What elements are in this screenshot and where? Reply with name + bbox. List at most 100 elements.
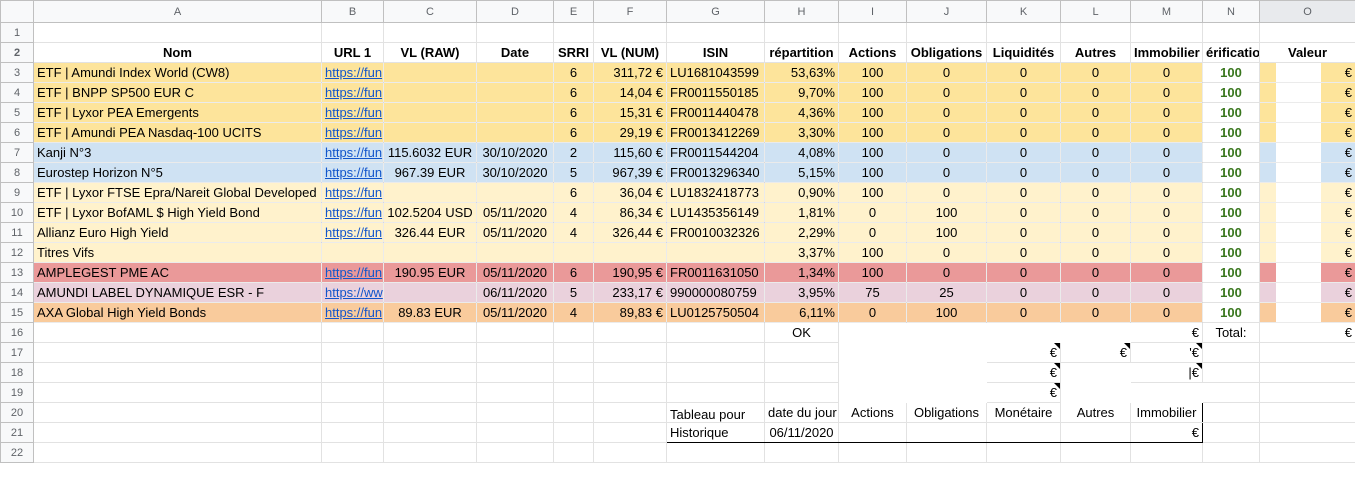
- cell-M[interactable]: 0: [1130, 242, 1203, 263]
- column-header-L[interactable]: L: [1060, 0, 1131, 23]
- total-value[interactable]: €: [1259, 322, 1355, 343]
- cell-J[interactable]: 0: [906, 242, 987, 263]
- row-header-19[interactable]: 19: [0, 382, 34, 403]
- cell-C[interactable]: [383, 82, 477, 103]
- cell-G[interactable]: LU1435356149: [666, 202, 765, 223]
- cell-I[interactable]: 75: [838, 282, 907, 303]
- cell-E[interactable]: 6: [553, 262, 594, 283]
- cell-M[interactable]: 0: [1130, 222, 1203, 243]
- cell-E[interactable]: 6: [553, 62, 594, 83]
- cell-C[interactable]: [383, 62, 477, 83]
- cell-N[interactable]: 100: [1202, 162, 1260, 183]
- sum-cell[interactable]: €: [1060, 342, 1131, 363]
- cell-G[interactable]: FR0011631050: [666, 262, 765, 283]
- url-link[interactable]: https://fun: [325, 65, 382, 80]
- empty-cell[interactable]: [383, 402, 477, 423]
- cell-K[interactable]: 0: [986, 182, 1061, 203]
- cell-H[interactable]: 1,81%: [764, 202, 839, 223]
- cell-J[interactable]: 0: [906, 62, 987, 83]
- cell-E[interactable]: 6: [553, 82, 594, 103]
- cell-J[interactable]: 0: [906, 162, 987, 183]
- header-O[interactable]: Valeur: [1259, 42, 1355, 63]
- header-E[interactable]: SRRI: [553, 42, 594, 63]
- header-F[interactable]: VL (NUM): [593, 42, 667, 63]
- column-header-M[interactable]: M: [1130, 0, 1203, 23]
- cell-F[interactable]: 967,39 €: [593, 162, 667, 183]
- cell-G[interactable]: FR0013412269: [666, 122, 765, 143]
- cell-G[interactable]: FR0011440478: [666, 102, 765, 123]
- cell-M[interactable]: 0: [1130, 282, 1203, 303]
- cell-A[interactable]: ETF | Lyxor FTSE Epra/Nareit Global Deve…: [33, 182, 322, 203]
- cell-C[interactable]: [383, 182, 477, 203]
- header-A[interactable]: Nom: [33, 42, 322, 63]
- cell-L[interactable]: 0: [1060, 102, 1131, 123]
- cell-G[interactable]: LU1832418773: [666, 182, 765, 203]
- header-L[interactable]: Autres: [1060, 42, 1131, 63]
- empty-cell[interactable]: [553, 322, 594, 343]
- cell-B[interactable]: https://fun: [321, 302, 384, 323]
- cell-L[interactable]: 0: [1060, 282, 1131, 303]
- cell-N[interactable]: 100: [1202, 262, 1260, 283]
- cell-J[interactable]: 0: [906, 182, 987, 203]
- cell-D[interactable]: [476, 82, 554, 103]
- cell-I[interactable]: 0: [838, 202, 907, 223]
- cell-F[interactable]: 115,60 €: [593, 142, 667, 163]
- cell-D[interactable]: [476, 242, 554, 263]
- cell-L[interactable]: 0: [1060, 82, 1131, 103]
- total-label[interactable]: Total:: [1202, 322, 1260, 343]
- cell-D[interactable]: 05/11/2020: [476, 262, 554, 283]
- column-header-N[interactable]: N: [1202, 0, 1260, 23]
- column-header-G[interactable]: G: [666, 0, 765, 23]
- cell-I[interactable]: 100: [838, 242, 907, 263]
- cell-K[interactable]: 0: [986, 82, 1061, 103]
- row-header-6[interactable]: 6: [0, 122, 34, 143]
- column-header-J[interactable]: J: [906, 0, 987, 23]
- empty-cell[interactable]: [1060, 362, 1131, 383]
- empty-cell[interactable]: [321, 22, 384, 43]
- select-all-corner[interactable]: [0, 0, 34, 23]
- cell-K[interactable]: 0: [986, 102, 1061, 123]
- row-header-12[interactable]: 12: [0, 242, 34, 263]
- cell-N[interactable]: 100: [1202, 182, 1260, 203]
- history-header[interactable]: Monétaire: [986, 402, 1061, 423]
- cell-A[interactable]: AMUNDI LABEL DYNAMIQUE ESR - F: [33, 282, 322, 303]
- cell-H[interactable]: 53,63%: [764, 62, 839, 83]
- cell-B[interactable]: https://fun: [321, 182, 384, 203]
- cell-K[interactable]: 0: [986, 122, 1061, 143]
- cell-L[interactable]: 0: [1060, 242, 1131, 263]
- cell-C[interactable]: [383, 122, 477, 143]
- cell-J[interactable]: 0: [906, 122, 987, 143]
- url-link[interactable]: https://ww: [325, 285, 383, 300]
- empty-cell[interactable]: [33, 442, 322, 463]
- empty-cell[interactable]: [906, 382, 987, 403]
- cell-A[interactable]: ETF | BNPP SP500 EUR C: [33, 82, 322, 103]
- empty-cell[interactable]: [838, 22, 907, 43]
- cell-J[interactable]: 25: [906, 282, 987, 303]
- cell-A[interactable]: AMPLEGEST PME AC: [33, 262, 322, 283]
- row-header-8[interactable]: 8: [0, 162, 34, 183]
- cell-D[interactable]: [476, 62, 554, 83]
- empty-cell[interactable]: [383, 362, 477, 383]
- empty-cell[interactable]: [1060, 322, 1131, 343]
- cell-N[interactable]: 100: [1202, 62, 1260, 83]
- cell-O[interactable]: €: [1259, 182, 1355, 203]
- cell-I[interactable]: 100: [838, 162, 907, 183]
- cell-D[interactable]: [476, 182, 554, 203]
- empty-cell[interactable]: [321, 382, 384, 403]
- empty-cell[interactable]: [1259, 442, 1355, 463]
- empty-cell[interactable]: [764, 362, 839, 383]
- empty-cell[interactable]: [476, 382, 554, 403]
- column-header-B[interactable]: B: [321, 0, 384, 23]
- cell-I[interactable]: 100: [838, 122, 907, 143]
- cell-M[interactable]: 0: [1130, 182, 1203, 203]
- cell-E[interactable]: [553, 242, 594, 263]
- cell-C[interactable]: [383, 102, 477, 123]
- empty-cell[interactable]: [476, 422, 554, 443]
- url-link[interactable]: https://fun: [325, 125, 382, 140]
- sum-cell[interactable]: €: [986, 382, 1061, 403]
- cell-H[interactable]: 4,36%: [764, 102, 839, 123]
- column-header-A[interactable]: A: [33, 0, 322, 23]
- cell-G[interactable]: 990000080759: [666, 282, 765, 303]
- column-header-E[interactable]: E: [553, 0, 594, 23]
- cell-A[interactable]: ETF | Lyxor PEA Emergents: [33, 102, 322, 123]
